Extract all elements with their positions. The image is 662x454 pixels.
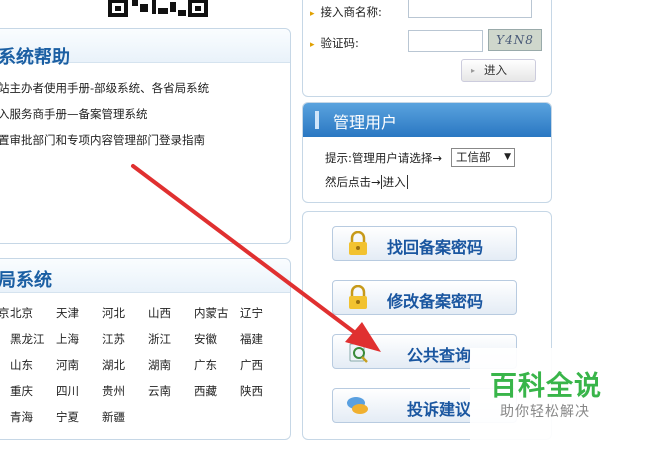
watermark-logo: 百科全说 xyxy=(490,371,602,402)
watermark-tagline: 助你轻松解决 xyxy=(500,404,590,420)
